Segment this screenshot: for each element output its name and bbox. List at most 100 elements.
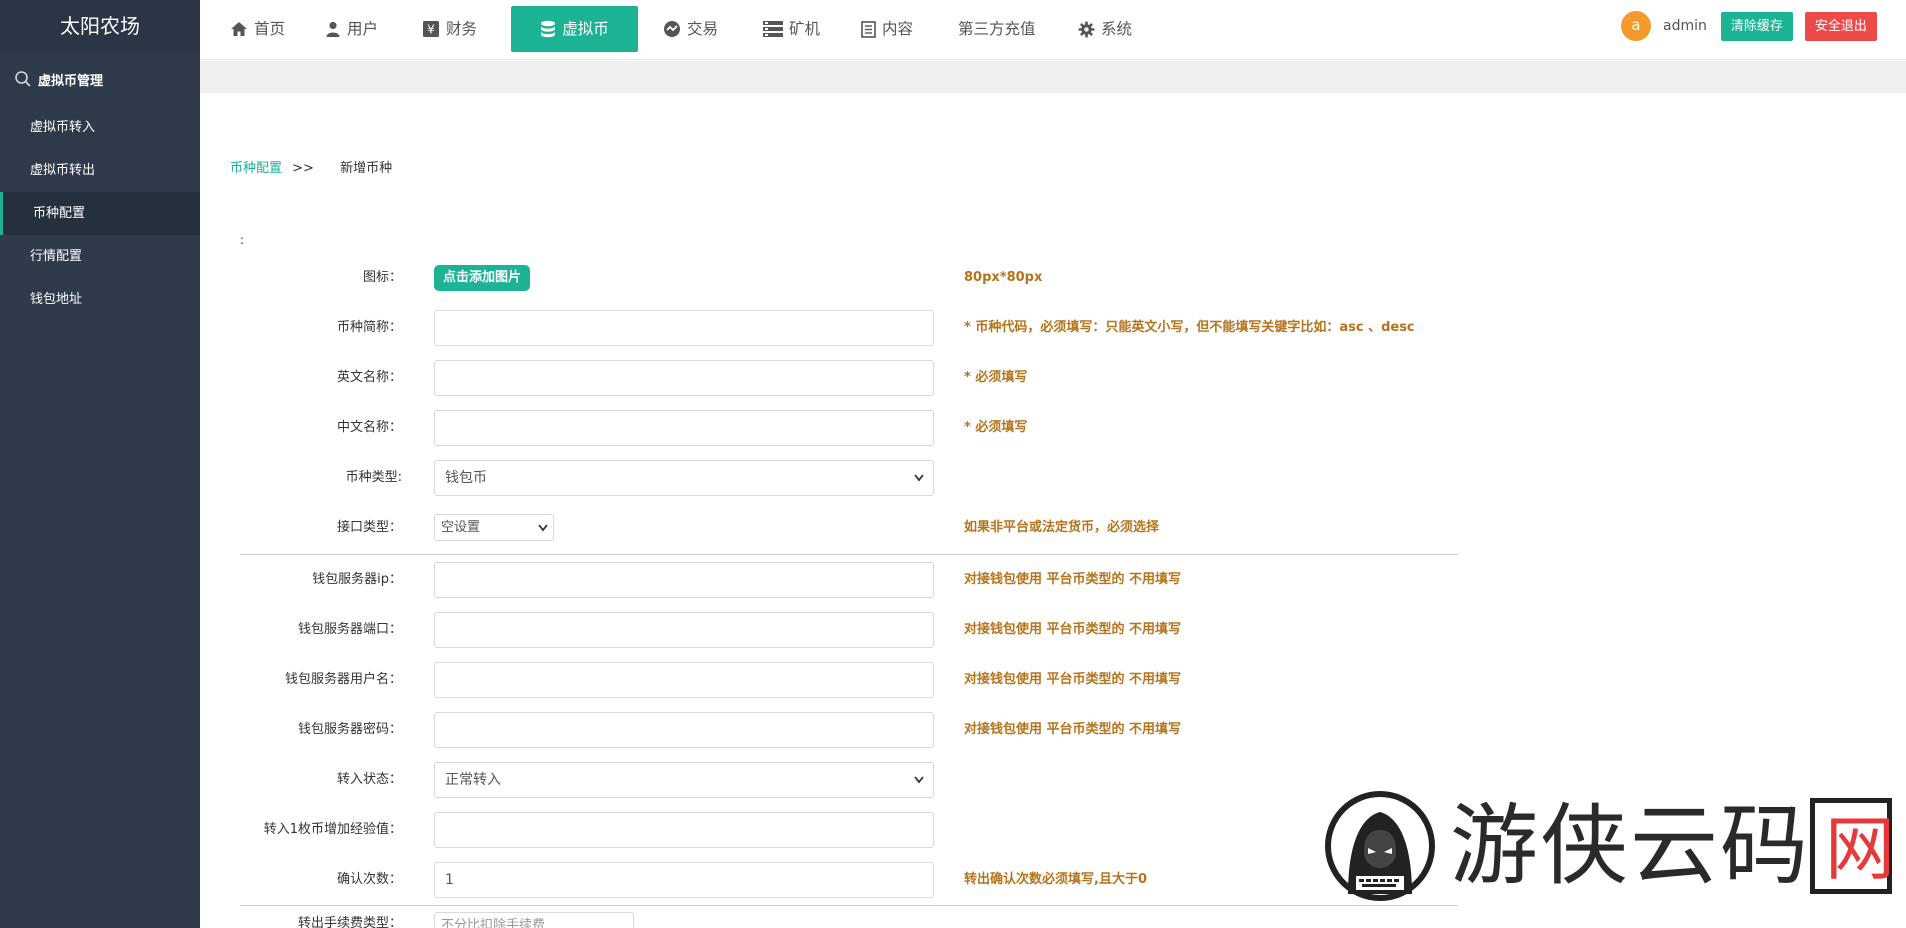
wallet-user-input[interactable] [434, 662, 934, 698]
wallet-pass-label: 钱包服务器密码： [297, 722, 402, 737]
exp-input[interactable] [434, 812, 934, 848]
en-name-hint: * 必须填写 [964, 370, 1028, 385]
cn-name-input[interactable] [434, 410, 934, 446]
coin-type-select[interactable]: 钱包币 [434, 460, 934, 496]
form-row-icon: 图标： 点击添加图片 80px*80px [200, 260, 1500, 296]
nav-virtual-coin[interactable]: 虚拟币 [511, 6, 638, 52]
form-row-short-name: 币种简称： * 币种代码，必须填写：只能英文小写，但不能填写关键字比如：asc … [200, 310, 1500, 346]
form-row-en-name: 英文名称： * 必须填写 [200, 360, 1500, 396]
app-logo: 太阳农场 [0, 0, 200, 52]
confirm-hint: 转出确认次数必须填写,且大于0 [964, 872, 1147, 887]
watermark: 游侠云码 网 [1318, 790, 1895, 902]
exchange-icon [663, 20, 681, 38]
chevron-down-icon [913, 461, 925, 508]
home-icon [230, 21, 248, 37]
form-row-wallet-user: 钱包服务器用户名： 对接钱包使用 平台币类型的 不用填写 [200, 662, 1500, 698]
username[interactable]: admin [1663, 18, 1707, 34]
wallet-ip-input[interactable] [434, 562, 934, 598]
avatar[interactable]: a [1621, 11, 1651, 41]
sidebar-item-coin-in[interactable]: 虚拟币转入 [0, 106, 200, 149]
sidebar-item-wallet-address[interactable]: 钱包地址 [0, 278, 200, 321]
wallet-ip-hint: 对接钱包使用 平台币类型的 不用填写 [964, 572, 1182, 587]
short-name-input[interactable] [434, 310, 934, 346]
add-image-button[interactable]: 点击添加图片 [434, 265, 531, 291]
sidebar: 太阳农场 虚拟币管理 虚拟币转入 虚拟币转出 币种配置 行情配置 钱包地址 [0, 0, 200, 928]
form-row-in-status: 转入状态： 正常转入 [200, 762, 1500, 798]
form-row-api-type: 接口类型： 空设置 如果非平台或法定货币，必须选择 [200, 510, 1500, 546]
in-status-label: 转入状态： [336, 772, 402, 787]
section-divider [240, 905, 1458, 906]
fee-type-select[interactable]: 不分比扣除手续费 [434, 912, 634, 928]
sidebar-section-title: 虚拟币管理 [0, 52, 200, 106]
icon-hint: 80px*80px [964, 270, 1043, 285]
logout-button[interactable]: 安全退出 [1804, 11, 1877, 41]
wallet-pass-input[interactable] [434, 712, 934, 748]
content-header-band [200, 61, 1906, 93]
wallet-port-label: 钱包服务器端口： [297, 622, 402, 637]
chevron-down-icon [537, 515, 549, 549]
en-name-label: 英文名称： [336, 370, 402, 385]
sidebar-item-coin-out[interactable]: 虚拟币转出 [0, 149, 200, 192]
coin-type-label: 币种类型: [345, 470, 402, 485]
short-name-hint: * 币种代码，必须填写：只能英文小写，但不能填写关键字比如：asc 、desc [964, 320, 1415, 335]
wallet-user-label: 钱包服务器用户名： [284, 672, 402, 687]
sidebar-item-market-config[interactable]: 行情配置 [0, 235, 200, 278]
api-type-label: 接口类型： [336, 520, 402, 535]
form-row-cn-name: 中文名称： * 必须填写 [200, 410, 1500, 446]
en-name-input[interactable] [434, 360, 934, 396]
form-row-coin-type: 币种类型: 钱包币 [200, 460, 1500, 496]
wallet-ip-label: 钱包服务器ip： [312, 572, 402, 587]
cn-name-label: 中文名称： [336, 420, 402, 435]
sidebar-item-coin-config[interactable]: 币种配置 [0, 192, 200, 235]
watermark-last-char-box: 网 [1810, 798, 1895, 894]
nav-finance[interactable]: ¥ 财务 [422, 6, 477, 52]
database-icon [540, 20, 556, 38]
nav-home[interactable]: 首页 [230, 6, 285, 52]
in-status-select[interactable]: 正常转入 [434, 762, 934, 798]
document-icon [861, 20, 876, 38]
wallet-pass-hint: 对接钱包使用 平台币类型的 不用填写 [964, 722, 1182, 737]
fee-type-label: 转出手续费类型： [297, 916, 402, 928]
icon-label: 图标： [362, 270, 402, 285]
form-row-wallet-port: 钱包服务器端口： 对接钱包使用 平台币类型的 不用填写 [200, 612, 1500, 648]
confirm-label: 确认次数： [336, 872, 402, 887]
svg-text:¥: ¥ [427, 23, 435, 37]
server-icon [763, 21, 783, 37]
form-row-exp: 转入1枚币增加经验值： [200, 812, 1500, 848]
form-row-wallet-ip: 钱包服务器ip： 对接钱包使用 平台币类型的 不用填写 [200, 562, 1500, 598]
breadcrumb-link-coin-config[interactable]: 币种配置 [230, 161, 282, 176]
yen-icon: ¥ [422, 20, 440, 38]
user-area: a admin 清除缓存 安全退出 [1621, 11, 1877, 41]
breadcrumb-current: 新增币种 [340, 161, 393, 176]
confirm-input[interactable]: 1 [434, 862, 934, 898]
form-title-colon: : [240, 233, 245, 247]
nav-third-party-recharge[interactable]: 第三方充值 [958, 6, 1036, 52]
nav-system[interactable]: 系统 [1078, 6, 1132, 52]
hooded-figure-logo [1325, 791, 1435, 901]
form-row-confirm: 确认次数： 1 转出确认次数必须填写,且大于0 [200, 862, 1500, 898]
wallet-port-input[interactable] [434, 612, 934, 648]
nav-trade[interactable]: 交易 [663, 6, 718, 52]
top-navbar: 首页 用户 ¥ 财务 虚拟币 交易 矿机 内容 第三方充值 系统 a admin… [200, 0, 1906, 60]
watermark-text: 游侠云码 [1450, 794, 1811, 897]
cn-name-hint: * 必须填写 [964, 420, 1028, 435]
user-icon [325, 21, 341, 37]
nav-miner[interactable]: 矿机 [763, 6, 820, 52]
form-row-fee-type: 转出手续费类型： 不分比扣除手续费 [200, 912, 1500, 928]
api-type-select[interactable]: 空设置 [434, 514, 554, 541]
clear-cache-button[interactable]: 清除缓存 [1720, 11, 1793, 41]
form-row-wallet-pass: 钱包服务器密码： 对接钱包使用 平台币类型的 不用填写 [200, 712, 1500, 748]
search-icon [15, 71, 31, 87]
wallet-user-hint: 对接钱包使用 平台币类型的 不用填写 [964, 672, 1182, 687]
wallet-port-hint: 对接钱包使用 平台币类型的 不用填写 [964, 622, 1182, 637]
gear-icon [1078, 21, 1095, 38]
exp-label: 转入1枚币增加经验值： [263, 822, 402, 837]
api-type-hint: 如果非平台或法定货币，必须选择 [964, 520, 1160, 535]
breadcrumb: 币种配置 >> 新增币种 [230, 157, 392, 176]
nav-user[interactable]: 用户 [325, 6, 378, 52]
breadcrumb-separator: >> [292, 161, 314, 176]
short-name-label: 币种简称： [336, 320, 402, 335]
nav-content[interactable]: 内容 [861, 6, 913, 52]
chevron-down-icon [913, 763, 925, 810]
section-divider [240, 554, 1458, 555]
